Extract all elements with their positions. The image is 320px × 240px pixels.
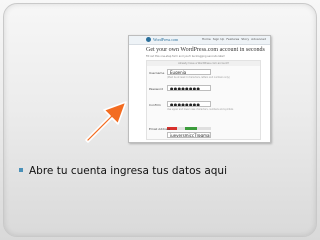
username-row: Username Eugenia (Must be at least 4 cha… [147,67,260,82]
confirm-row: Confirm ●●●●●●●● Use upper and lower cas… [147,99,260,114]
site-brand: WordPress.com [153,37,179,42]
nav-features[interactable]: Features [226,36,239,43]
wordpress-logo-icon [146,37,151,42]
site-header: WordPress.com Home Sign Up Features Stor… [129,36,270,45]
form-header: Already have a WordPress.com account? [147,61,260,66]
nav-advanced[interactable]: Advanced [251,36,266,43]
signup-subtitle: Fill out this one-step form and you'll b… [146,55,226,58]
nav-story[interactable]: Story [241,36,249,43]
email-label: Email Address [149,127,171,131]
bullet-text: Abre tu cuenta ingresa tus datos aqui [29,165,227,177]
username-label: Username [149,71,165,75]
signup-title: Get your own WordPress.com account in se… [146,47,265,53]
confirm-password-input[interactable]: ●●●●●●●● [167,101,211,107]
nav-home[interactable]: Home [202,36,211,43]
bullet-item: Abre tu cuenta ingresa tus datos aqui [19,164,227,178]
username-hint: (Must be at least 4 characters, letters … [167,76,231,79]
confirm-label: Confirm [149,103,161,107]
email-row: Email Address jueversmicc7@gmail.com [147,123,260,138]
pointer-arrow-icon [85,101,127,143]
password-input[interactable]: ●●●●●●●● [167,85,211,91]
email-input[interactable]: jueversmicc7@gmail.com [167,132,211,138]
username-input[interactable]: Eugenia [167,69,211,75]
nav-signup[interactable]: Sign Up [213,36,225,43]
password-label: Password [149,87,164,91]
signup-screenshot: WordPress.com Home Sign Up Features Stor… [128,35,271,143]
site-nav: Home Sign Up Features Story Advanced [202,36,266,43]
password-strength-hint: Use upper and lower case characters, num… [167,108,234,111]
signup-form: Already have a WordPress.com account? Us… [146,60,261,140]
password-row: Password ●●●●●●●● [147,83,260,98]
bullet-marker-icon [19,168,23,172]
